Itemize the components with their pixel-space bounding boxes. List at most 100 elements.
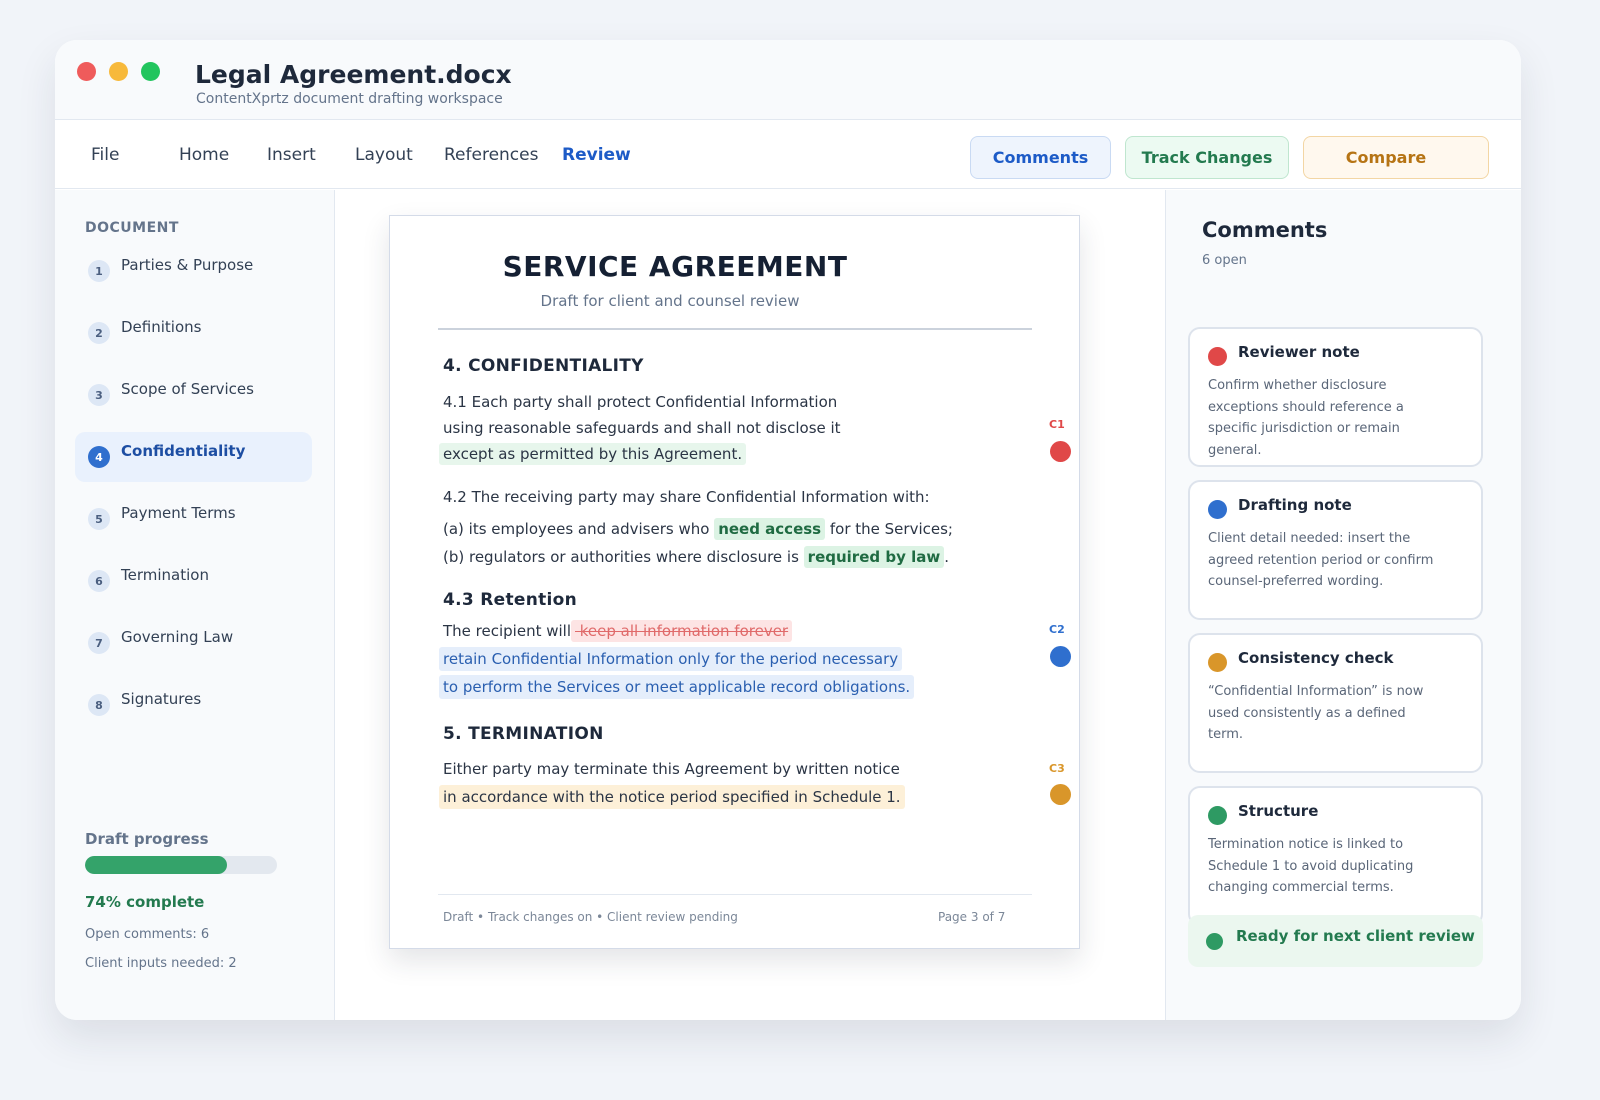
defined-term-chip[interactable]: need access (714, 518, 826, 540)
comment-color-dot-icon (1208, 500, 1227, 519)
comment-card[interactable]: Structure Termination notice is linked to… (1188, 786, 1483, 926)
comment-body: Termination notice is linked to Schedule… (1208, 837, 1414, 895)
sidebar-item-label: Payment Terms (121, 504, 236, 522)
comment-marker-c3[interactable] (1050, 784, 1071, 805)
comment-color-dot-icon (1208, 347, 1227, 366)
draft-progress-label: Draft progress (85, 830, 209, 848)
clause-text: . (944, 548, 949, 566)
section-number-badge: 7 (88, 632, 110, 654)
outline-heading: DOCUMENT (85, 220, 179, 236)
sidebar-item-label: Parties & Purpose (121, 256, 254, 274)
section-number-badge: 8 (88, 694, 110, 716)
draft-progress-text: 74% complete (85, 893, 205, 911)
tracked-insertion[interactable]: retain Confidential Information only for… (439, 647, 903, 671)
title-divider (438, 328, 1032, 330)
section-number-badge: 5 (88, 508, 110, 530)
sidebar-item-termination[interactable]: 6 Termination (75, 556, 312, 606)
clause-4-2-a[interactable]: (a) its employees and advisers who need … (443, 518, 953, 540)
section-number-badge: 3 (88, 384, 110, 406)
comments-button[interactable]: Comments (970, 136, 1111, 179)
clause-text: (a) its employees and advisers who (443, 520, 715, 538)
clause-4-1-line-3[interactable]: except as permitted by this Agreement. (439, 443, 747, 465)
section-number-badge: 6 (88, 570, 110, 592)
comment-card[interactable]: Drafting note Client detail needed: inser… (1188, 480, 1483, 620)
sidebar-item-parties-purpose[interactable]: 1 Parties & Purpose (75, 246, 312, 296)
document-page[interactable]: SERVICE AGREEMENT Draft for client and c… (389, 215, 1080, 949)
title-bar: Legal Agreement.docx ContentXprtz docume… (55, 40, 1521, 120)
sidebar-item-label: Definitions (121, 318, 202, 336)
ribbon-toolbar: File Home Insert Layout References Revie… (55, 121, 1521, 189)
maximize-window-button[interactable] (141, 62, 160, 81)
menu-insert[interactable]: Insert (267, 145, 316, 165)
draft-progress-bar (85, 856, 277, 874)
sidebar-item-confidentiality[interactable]: 4 Confidentiality (75, 432, 312, 482)
clause-5-line-2[interactable]: in accordance with the notice period spe… (439, 785, 905, 809)
sidebar-item-signatures[interactable]: 8 Signatures (75, 680, 312, 730)
clause-text: for the Services; (825, 520, 953, 538)
section-4-heading: 4. CONFIDENTIALITY (443, 356, 644, 376)
sidebar-item-definitions[interactable]: 2 Definitions (75, 308, 312, 358)
ready-status-icon (1206, 933, 1223, 950)
comment-body: Confirm whether disclosure exceptions sh… (1208, 378, 1404, 458)
track-changes-button[interactable]: Track Changes (1125, 136, 1289, 179)
comments-panel-title: Comments (1202, 218, 1328, 242)
compare-button[interactable]: Compare (1303, 136, 1489, 179)
minimize-window-button[interactable] (109, 62, 128, 81)
clause-text: The recipient will (443, 622, 571, 640)
sidebar-item-label: Termination (121, 566, 209, 584)
comment-title: Structure (1238, 802, 1319, 820)
section-number-badge: 1 (88, 260, 110, 282)
document-subtitle: Draft for client and counsel review (540, 292, 800, 310)
menu-home[interactable]: Home (179, 145, 229, 165)
workspace-subtitle: ContentXprtz document drafting workspace (196, 91, 503, 107)
clause-4-1-line-1[interactable]: 4.1 Each party shall protect Confidentia… (443, 393, 837, 411)
clause-5-line-1[interactable]: Either party may terminate this Agreemen… (443, 760, 900, 778)
menu-references[interactable]: References (444, 145, 538, 165)
footer-divider (438, 894, 1032, 895)
comment-body: “Confidential Information” is now used c… (1208, 684, 1424, 742)
app-window: Legal Agreement.docx ContentXprtz docume… (55, 40, 1521, 1020)
comment-marker-c1[interactable] (1050, 441, 1071, 462)
document-canvas[interactable]: SERVICE AGREEMENT Draft for client and c… (336, 190, 1164, 1020)
highlighted-text[interactable]: in accordance with the notice period spe… (439, 785, 905, 809)
sidebar-item-label: Governing Law (121, 628, 234, 646)
menu-file[interactable]: File (91, 145, 119, 165)
comment-body: Client detail needed: insert the agreed … (1208, 531, 1434, 589)
sidebar-item-payment-terms[interactable]: 5 Payment Terms (75, 494, 312, 544)
comment-card[interactable]: Consistency check “Confidential Informati… (1188, 633, 1483, 773)
sidebar-item-label: Confidentiality (121, 442, 246, 460)
document-title: SERVICE AGREEMENT (502, 250, 848, 283)
clause-4-2-intro[interactable]: 4.2 The receiving party may share Confid… (443, 488, 930, 506)
clause-4-3-line-2[interactable]: retain Confidential Information only for… (439, 647, 903, 671)
comment-marker-label-c3: C3 (1049, 762, 1065, 775)
menu-layout[interactable]: Layout (355, 145, 413, 165)
comment-marker-label-c2: C2 (1049, 623, 1065, 636)
clause-4-3-line-1[interactable]: The recipient will keep all information … (443, 620, 793, 642)
clause-4-2-b[interactable]: (b) regulators or authorities where disc… (443, 546, 949, 568)
comment-color-dot-icon (1208, 653, 1227, 672)
comment-color-dot-icon (1208, 806, 1227, 825)
comment-title: Reviewer note (1238, 343, 1360, 361)
clause-4-1-line-2[interactable]: using reasonable safeguards and shall no… (443, 419, 841, 437)
highlighted-text[interactable]: except as permitted by this Agreement. (439, 443, 747, 465)
comment-title: Consistency check (1238, 649, 1394, 667)
ready-status-banner: Ready for next client review (1188, 915, 1483, 967)
close-window-button[interactable] (77, 62, 96, 81)
tracked-insertion[interactable]: to perform the Services or meet applicab… (439, 675, 915, 699)
document-outline-sidebar: DOCUMENT 1 Parties & Purpose 2 Definitions 3… (55, 190, 335, 1020)
comment-marker-label-c1: C1 (1049, 418, 1065, 431)
comment-card[interactable]: Reviewer note Confirm whether disclosure … (1188, 327, 1483, 467)
clause-4-3-line-3[interactable]: to perform the Services or meet applicab… (439, 675, 915, 699)
sidebar-item-label: Signatures (121, 690, 202, 708)
sidebar-item-governing-law[interactable]: 7 Governing Law (75, 618, 312, 668)
draft-progress-fill (85, 856, 228, 874)
document-filename: Legal Agreement.docx (195, 60, 512, 89)
tracked-deletion[interactable]: keep all information forever (571, 620, 793, 642)
section-5-heading: 5. TERMINATION (443, 724, 604, 744)
open-comments-stat: Open comments: 6 (85, 927, 210, 942)
clause-4-3-heading: 4.3 Retention (443, 590, 578, 610)
comment-marker-c2[interactable] (1050, 646, 1071, 667)
defined-term-chip[interactable]: required by law (803, 546, 945, 568)
menu-review[interactable]: Review (562, 145, 631, 165)
sidebar-item-scope-of-services[interactable]: 3 Scope of Services (75, 370, 312, 420)
